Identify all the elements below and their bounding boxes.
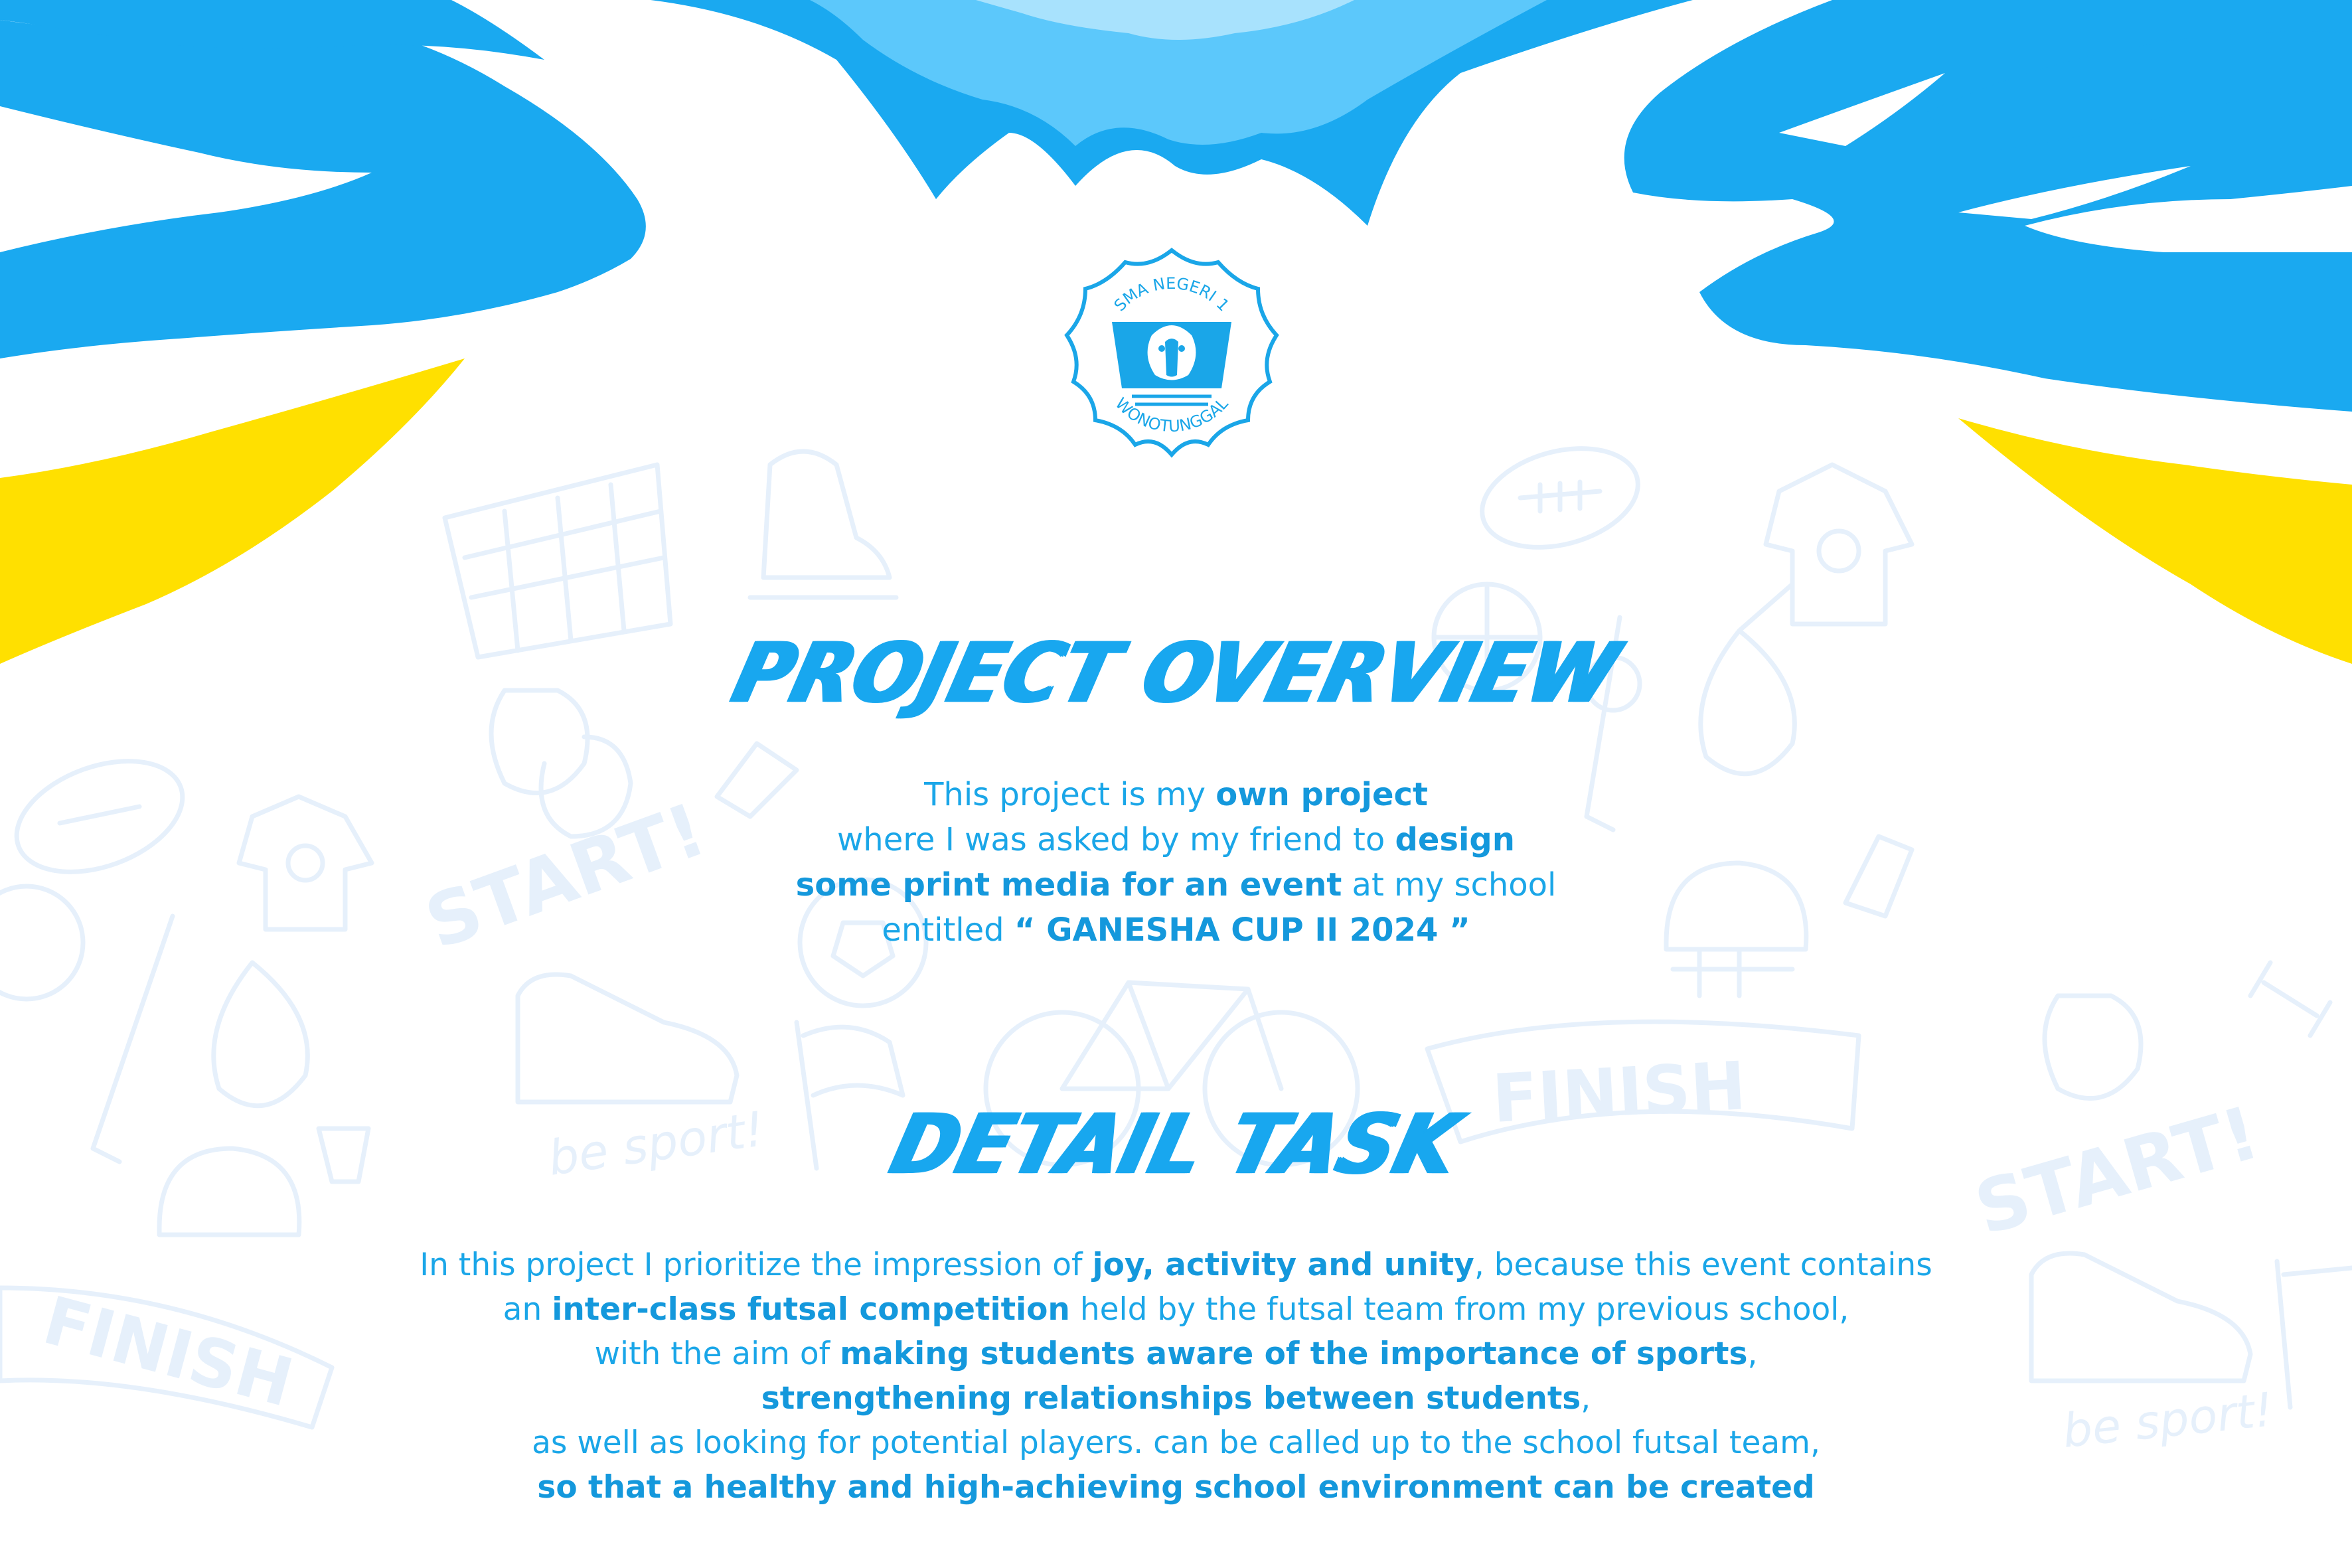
detail-task-text: In this project I prioritize the impress… [0,1243,2352,1510]
text-run: at my school [1342,866,1557,903]
bold-phrase: some print media for an event [795,866,1342,903]
text-run: where I was asked by my friend to [837,821,1395,858]
text-run: entitled [882,911,1014,949]
text-line: an inter-class futsal competition held b… [0,1287,2352,1332]
text-run: , because this event contains [1474,1247,1932,1283]
text-line: strengthening relationships between stud… [0,1376,2352,1421]
text-line: This project is my own project [0,772,2352,817]
text-run: In this project I prioritize the impress… [420,1247,1093,1283]
left-blue-wing [0,20,646,358]
text-line: as well as looking for potential players… [0,1421,2352,1465]
text-run: held by the futsal team from my previous… [1069,1291,1849,1328]
text-run: This project is my [924,776,1216,813]
school-emblem: SMA NEGERI 1 WONOTUNGGAL [1064,248,1279,458]
left-yellow-flame [0,358,465,664]
text-run: , [1581,1380,1591,1417]
bold-phrase: inter-class futsal competition [552,1291,1070,1328]
text-run: , [1747,1336,1758,1372]
text-line: In this project I prioritize the impress… [0,1243,2352,1287]
text-line: entitled “ GANESHA CUP II 2024 ” [0,907,2352,953]
detail-task-heading: DETAIL TASK [882,1096,1470,1194]
bold-phrase: “ GANESHA CUP II 2024 ” [1014,911,1470,949]
text-run: with the aim of [594,1336,840,1372]
page: START! FINISH be sport! START! FINISH be… [0,0,2352,1568]
bold-phrase: making students aware of the importance … [840,1336,1748,1372]
bold-phrase: so that a healthy and high-achieving sch… [537,1469,1815,1506]
project-overview-text: This project is my own project where I wa… [0,772,2352,953]
text-line: with the aim of making students aware of… [0,1332,2352,1376]
text-line: so that a healthy and high-achieving sch… [0,1465,2352,1510]
bold-phrase: design [1395,821,1515,858]
bold-phrase: own project [1215,776,1428,813]
project-overview-heading: PROJECT OVERVIEW [724,625,1628,722]
text-line: where I was asked by my friend to design [0,817,2352,862]
text-line: some print media for an event at my scho… [0,862,2352,907]
text-run: an [503,1291,552,1328]
bold-phrase: joy, activity and unity [1092,1247,1474,1283]
text-run: as well as looking for potential players… [532,1425,1820,1461]
bold-phrase: strengthening relationships between stud… [761,1380,1581,1417]
